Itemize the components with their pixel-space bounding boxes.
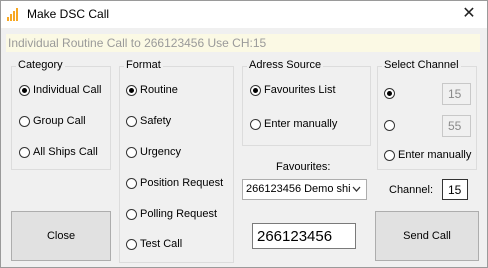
- channel-b-value: 55: [448, 119, 462, 133]
- radio-channel-manual[interactable]: Enter manually: [384, 149, 471, 161]
- radio-label: Favourites List: [264, 84, 336, 96]
- select-channel-legend: Select Channel: [382, 59, 461, 71]
- radio-channel-a[interactable]: [384, 88, 398, 99]
- radio-label: Safety: [140, 115, 172, 127]
- radio-circle: [384, 149, 395, 161]
- radio-urgency[interactable]: Urgency: [126, 146, 181, 158]
- radio-circle: [250, 84, 261, 96]
- radio-circle: [126, 146, 137, 158]
- radio-circle: [126, 238, 137, 250]
- radio-group-call[interactable]: Group Call: [19, 115, 86, 127]
- address-source-legend: Adress Source: [247, 59, 324, 71]
- radio-circle: [126, 84, 137, 96]
- format-legend: Format: [124, 59, 163, 71]
- radio-individual-call[interactable]: Individual Call: [19, 84, 101, 96]
- radio-all-ships-call[interactable]: All Ships Call: [19, 146, 98, 158]
- radio-label: Individual Call: [33, 84, 102, 96]
- channel-input[interactable]: 15: [442, 179, 468, 200]
- radio-circle: [126, 115, 137, 127]
- radio-circle: [19, 84, 30, 96]
- radio-label: Test Call: [140, 238, 183, 250]
- chevron-down-icon: [352, 186, 361, 192]
- select-channel-group: Select Channel 15 55 Enter manually: [377, 59, 477, 170]
- radio-label: Routine: [140, 84, 178, 96]
- channel-a-field[interactable]: 15: [442, 83, 471, 105]
- radio-circle: [384, 120, 395, 131]
- radio-label: All Ships Call: [33, 146, 98, 158]
- favourites-selected: 266123456 Demo shi: [246, 183, 351, 195]
- radio-routine[interactable]: Routine: [126, 84, 178, 96]
- radio-circle: [384, 88, 395, 99]
- channel-value: 15: [448, 183, 462, 197]
- radio-polling-request[interactable]: Polling Request: [126, 208, 217, 220]
- category-group: Category Individual Call Group Call All …: [11, 59, 111, 170]
- mmsi-input[interactable]: 266123456: [252, 223, 356, 249]
- channel-a-value: 15: [448, 87, 462, 101]
- format-group: Format Routine Safety Urgency Position R…: [119, 59, 234, 263]
- favourites-dropdown[interactable]: 266123456 Demo shi: [242, 179, 367, 200]
- title-bar: Make DSC Call ✕: [1, 1, 487, 28]
- send-call-button[interactable]: Send Call: [375, 211, 479, 261]
- radio-channel-b[interactable]: [384, 120, 398, 131]
- radio-circle: [19, 146, 30, 158]
- dsc-call-window: Make DSC Call ✕ Individual Routine Call …: [0, 0, 488, 268]
- radio-safety[interactable]: Safety: [126, 115, 171, 127]
- radio-circle: [126, 177, 137, 189]
- close-window-icon[interactable]: ✕: [451, 1, 487, 28]
- channel-b-field[interactable]: 55: [442, 115, 471, 137]
- close-button[interactable]: Close: [11, 211, 111, 261]
- favourites-label: Favourites:: [276, 161, 331, 173]
- channel-label: Channel:: [389, 184, 434, 196]
- radio-favourites-list[interactable]: Favourites List: [250, 84, 336, 96]
- radio-label: Enter manually: [398, 149, 472, 161]
- signal-bars-icon: [7, 8, 18, 21]
- radio-enter-manually[interactable]: Enter manually: [250, 118, 337, 130]
- radio-circle: [250, 118, 261, 130]
- mmsi-value: 266123456: [257, 228, 333, 245]
- radio-circle: [19, 115, 30, 127]
- window-title: Make DSC Call: [27, 7, 110, 21]
- call-summary-status: Individual Routine Call to 266123456 Use…: [6, 34, 480, 52]
- radio-circle: [126, 208, 137, 220]
- radio-label: Polling Request: [140, 208, 218, 220]
- radio-position-request[interactable]: Position Request: [126, 177, 223, 189]
- address-source-group: Adress Source Favourites List Enter manu…: [242, 59, 371, 146]
- radio-label: Position Request: [140, 177, 224, 189]
- radio-label: Group Call: [33, 115, 86, 127]
- radio-label: Urgency: [140, 146, 181, 158]
- category-legend: Category: [16, 59, 65, 71]
- radio-label: Enter manually: [264, 118, 338, 130]
- radio-test-call[interactable]: Test Call: [126, 238, 182, 250]
